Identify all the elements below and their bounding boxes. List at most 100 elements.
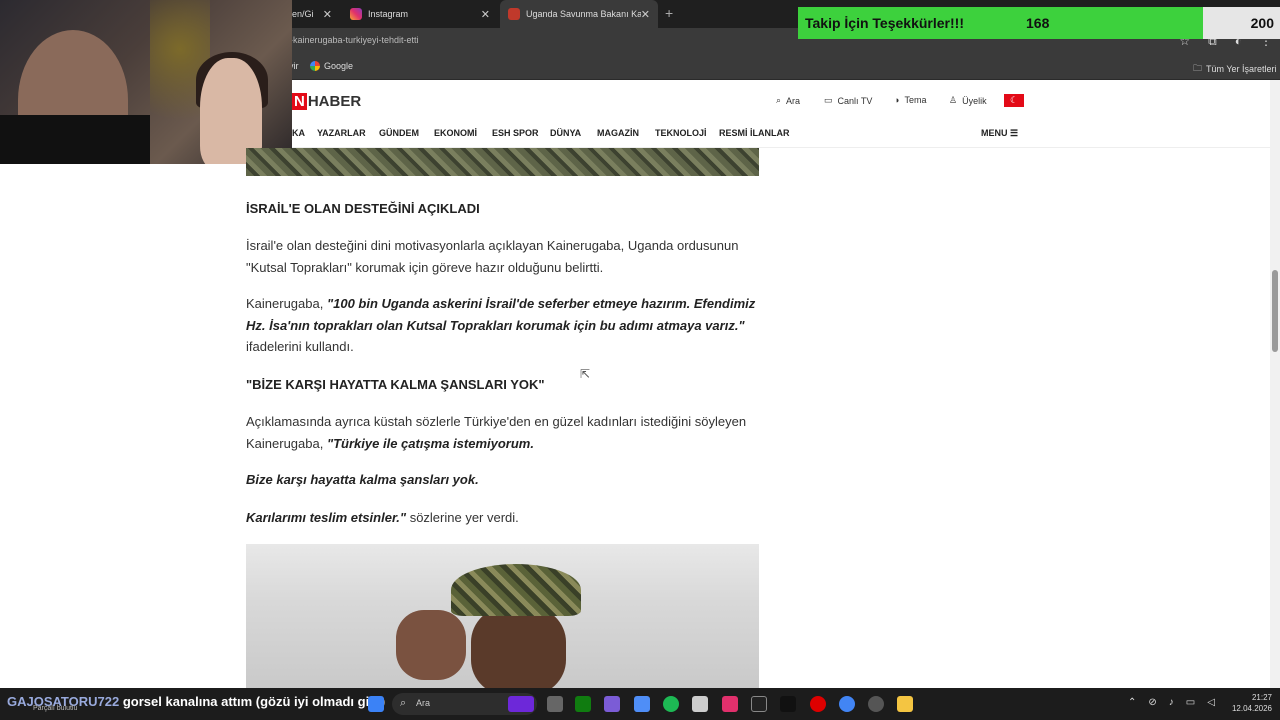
menu-item[interactable]: TEKNOLOJİ: [655, 128, 707, 138]
article-paragraph: Kainerugaba, "100 bin Uganda askerini İs…: [246, 293, 760, 358]
page-scrollbar[interactable]: [1270, 80, 1280, 688]
tab-1-label: len/Gi: [290, 9, 314, 19]
obs-icon[interactable]: [868, 696, 884, 712]
copilot-icon[interactable]: [634, 696, 650, 712]
taskbar-search-label: Ara: [416, 698, 431, 708]
p5-post: sözlerine yer verdi.: [406, 510, 519, 525]
menu-item[interactable]: GÜNDEM: [379, 128, 419, 138]
theme-link[interactable]: ◑ Tema: [894, 95, 926, 105]
close-icon[interactable]: ✕: [481, 8, 490, 21]
article-paragraph: Karılarımı teslim etsinler." sözlerine y…: [246, 507, 760, 529]
follow-goal-label: Takip İçin Teşekkürler!!!: [805, 15, 964, 31]
membership-label: Üyelik: [962, 95, 987, 106]
subheading-survival: "BİZE KARŞI HAYATTA KALMA ŞANSLARI YOK": [246, 377, 545, 392]
subheading-israel: İSRAİL'E OLAN DESTEĞİNİ AÇIKLADI: [246, 201, 480, 216]
p5-quote: Karılarımı teslim etsinler.": [246, 510, 407, 525]
new-tab-icon[interactable]: +: [665, 5, 673, 21]
microphone-icon[interactable]: ♪: [1169, 697, 1174, 708]
system-tray: ⌃ ⊘ ♪ ▭ ◁: [1128, 697, 1215, 708]
theme-label: Tema: [904, 95, 927, 105]
tab-uganda-article[interactable]: Uganda Savunma Bakanı Kaine ✕: [500, 0, 658, 28]
scrollbar-thumb[interactable]: [1272, 270, 1278, 352]
menu-item[interactable]: DÜNYA: [550, 128, 581, 138]
tab-instagram[interactable]: Instagram ✕: [342, 0, 498, 28]
instagram-icon[interactable]: [722, 696, 738, 712]
follow-goal-bar: Takip İçin Teşekkürler!!! 168 200: [798, 7, 1280, 39]
windows-start-icon[interactable]: [368, 696, 384, 712]
close-icon[interactable]: ✕: [641, 8, 650, 21]
live-tv-label: Canlı TV: [837, 95, 873, 106]
article-paragraph: İsrail'e olan desteğini dini motivasyonl…: [246, 235, 760, 278]
paragraph-4: Bize karşı hayatta kalma şansları yok.: [246, 472, 479, 487]
mouse-cursor-icon: ⇱: [580, 367, 591, 381]
clock-date: 12.04.2026: [1231, 704, 1272, 713]
file-explorer-icon[interactable]: [897, 696, 913, 712]
paragraph-3: Açıklamasında ayrıca küstah sözlerle Tür…: [246, 411, 760, 454]
close-icon[interactable]: ✕: [323, 8, 332, 21]
membership-link[interactable]: ♙ Üyelik: [949, 95, 987, 106]
bookmark-google[interactable]: Google: [310, 61, 353, 71]
task-view-icon[interactable]: [547, 696, 563, 712]
search-icon: ⌕: [776, 95, 782, 105]
app-icon[interactable]: [604, 696, 620, 712]
network-icon[interactable]: ⊘: [1148, 697, 1156, 708]
tiktok-icon[interactable]: [780, 696, 796, 712]
p3-quote: "Türkiye ile çatışma istemiyorum.: [326, 435, 534, 451]
menu-item[interactable]: RESMİ İLANLAR: [719, 128, 790, 138]
display-icon[interactable]: ▭: [1186, 697, 1195, 708]
menu-item[interactable]: KA: [292, 128, 305, 138]
follow-goal-target: 200: [1250, 15, 1274, 31]
live-tv-link[interactable]: ▭ Canlı TV: [824, 95, 872, 106]
clock[interactable]: 21:27 12.04.2026: [1232, 692, 1272, 714]
p2-post: ifadelerini kullandı.: [246, 339, 354, 354]
article-paragraph: Bize karşı hayatta kalma şansları yok.: [246, 469, 760, 491]
menu-item[interactable]: ESH SPOR: [492, 128, 539, 138]
webcam-overlay: [0, 0, 292, 164]
tv-icon: ▭: [824, 95, 833, 105]
article-image-soldier: [246, 544, 759, 690]
menu-item[interactable]: YAZARLAR: [317, 128, 366, 138]
chevron-up-icon[interactable]: ⌃: [1128, 697, 1136, 708]
menu-item[interactable]: EKONOMİ: [434, 128, 477, 138]
capcut-icon[interactable]: [751, 696, 767, 712]
menu-label: MENU: [981, 128, 1008, 138]
menu-button[interactable]: MENU ☰: [981, 128, 1018, 139]
paragraph-2: Kainerugaba, "100 bin Uganda askerini İs…: [246, 293, 760, 358]
google-icon: [310, 61, 320, 71]
bookmark-google-label: Google: [324, 61, 354, 71]
article-image-top: [246, 148, 759, 176]
windows-taskbar: GAJOSATORU722 gorsel kanalına attım (göz…: [0, 688, 1280, 720]
follow-count: 168: [1026, 15, 1050, 31]
xbox-icon[interactable]: [575, 696, 591, 712]
weather-text: Parçalı bulutlu: [33, 705, 78, 712]
clock-time: 21:27: [1251, 693, 1272, 702]
paragraph-5: Karılarımı teslim etsinler." sözlerine y…: [246, 507, 760, 529]
volume-icon[interactable]: ◁: [1207, 697, 1215, 708]
logo-letter: N: [292, 93, 307, 110]
article-subheading: İSRAİL'E OLAN DESTEĞİNİ AÇIKLADI: [246, 198, 760, 220]
chat-text: gorsel kanalına attım (gözü iyi olmadı g…: [122, 694, 386, 709]
chrome-icon[interactable]: [839, 696, 855, 712]
tab-instagram-label: Instagram: [368, 9, 409, 19]
store-icon[interactable]: [692, 696, 708, 712]
all-bookmarks[interactable]: 🗀 Tüm Yer İşaretleri: [1193, 61, 1277, 77]
spotify-icon[interactable]: [663, 696, 679, 712]
theme-icon: ◑: [894, 95, 900, 105]
user-icon: ♙: [949, 95, 958, 105]
hamburger-icon: ☰: [1010, 128, 1019, 138]
tab-article-label: Uganda Savunma Bakanı Kaine: [526, 9, 641, 19]
turkey-flag-icon[interactable]: ☾: [1004, 94, 1024, 107]
p2-pre: Kainerugaba,: [246, 296, 327, 311]
instagram-icon: [350, 8, 362, 20]
search-icon: ⌕: [400, 697, 407, 709]
search-link[interactable]: ⌕ Ara: [776, 95, 800, 106]
article-subheading: "BİZE KARŞI HAYATTA KALMA ŞANSLARI YOK": [246, 374, 760, 396]
menu-item[interactable]: MAGAZİN: [597, 128, 639, 138]
opera-icon[interactable]: [810, 696, 826, 712]
all-bookmarks-label: Tüm Yer İşaretleri: [1206, 64, 1277, 74]
url-text[interactable]: -kainerugaba-turkiyeyi-tehdit-etti: [290, 35, 419, 45]
site-logo[interactable]: N HABER: [292, 93, 361, 110]
site-favicon-icon: [508, 8, 520, 20]
widget-icon[interactable]: [508, 696, 534, 712]
folder-icon: 🗀: [1193, 63, 1203, 73]
